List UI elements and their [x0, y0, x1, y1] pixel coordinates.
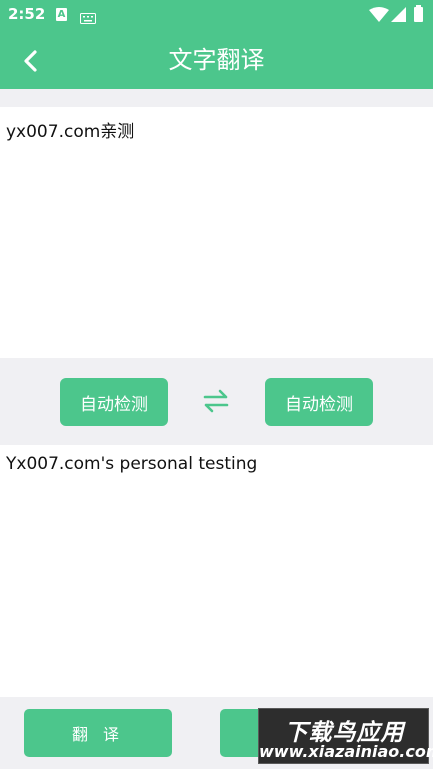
page-title: 文字翻译 — [168, 46, 265, 74]
result-text-area: Yx007.com's personal testing — [0, 445, 433, 697]
status-time: 2:52 — [8, 5, 46, 23]
translation-result: Yx007.com's personal testing — [6, 454, 258, 474]
target-language-button[interactable]: 自动检测 — [265, 378, 373, 426]
swap-arrows-icon[interactable] — [202, 388, 230, 418]
source-text-input[interactable]: yx007.com亲测 — [6, 117, 426, 142]
keyboard-icon — [80, 9, 96, 28]
status-bar: 2:52 A — [0, 0, 433, 30]
notification-a-icon: A — [56, 8, 67, 21]
source-language-button[interactable]: 自动检测 — [60, 378, 168, 426]
app-header: 2:52 A 文字翻译 — [0, 0, 433, 89]
language-bar: 自动检测 自动检测 — [0, 358, 433, 445]
translate-button[interactable]: 翻 译 — [24, 709, 172, 757]
battery-icon — [414, 5, 423, 22]
source-text-area[interactable]: yx007.com亲测 — [0, 107, 433, 358]
watermark-url: www.xiazainiao.com — [259, 742, 433, 761]
signal-icon — [391, 7, 406, 26]
watermark-logo: 下载鸟应用 www.xiazainiao.com — [258, 708, 433, 764]
wifi-icon — [369, 7, 389, 26]
